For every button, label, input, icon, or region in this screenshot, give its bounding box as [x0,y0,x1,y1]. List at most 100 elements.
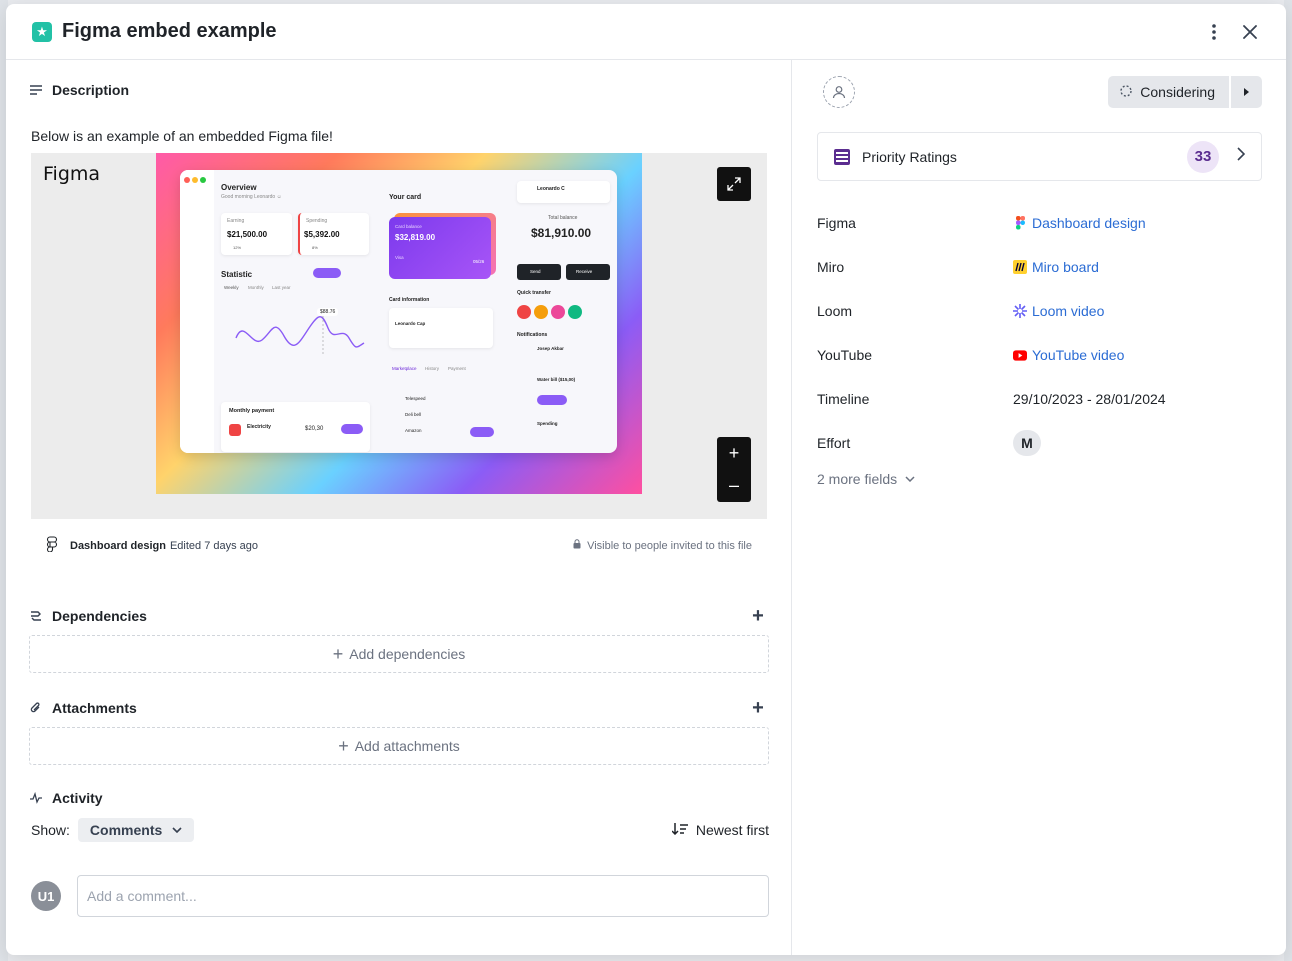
field-value: Dashboard design [1013,215,1146,231]
description-text[interactable]: Below is an example of an embedded Figma… [31,128,333,144]
mockup-card-front: Card balance $32,819.00 Visa 05/26 [389,217,491,279]
plus-icon: + [338,735,349,756]
show-select-value: Comments [89,822,163,838]
add-attachments-button[interactable]: + Add attachments [29,727,769,765]
modal-title: Figma embed example [62,20,277,42]
embed-edited: Edited 7 days ago [169,539,259,552]
mockup-market-item: Telespeed [405,396,426,401]
mockup-earning-pct: 12% [233,245,242,250]
sort-label: Newest first [695,822,769,838]
embed-footer: Dashboard design Edited 7 days ago Visib… [46,536,752,555]
activity-heading: Activity [52,790,103,806]
lock-icon [573,539,581,552]
mockup-tooltip: $88.76 [317,308,339,316]
close-icon[interactable] [1238,20,1262,44]
youtube-link[interactable]: YouTube video [1032,347,1124,363]
priority-ratings-card[interactable]: Priority Ratings 33 [817,132,1262,181]
field-value: YouTube video [1013,347,1124,363]
mockup-spending-pct: 8% [312,245,318,250]
mockup-user-name: Leonardo C [537,186,565,192]
activity-icon [30,792,44,804]
mockup-card-balance: $32,819.00 [395,233,436,242]
mockup-user-chip: Leonardo C [517,181,610,203]
mockup-total-label: Total balance [548,215,578,221]
mockup-line-chart [235,312,365,354]
mockup-send-button: Send [517,264,561,280]
mockup-card-info: Card information [389,297,430,303]
paperclip-icon [30,702,44,714]
embed-file-name[interactable]: Dashboard design [70,540,166,552]
field-miro: Miro Miro board [817,245,1262,289]
description-heading: Description [52,82,130,98]
caret-right-icon [1244,88,1249,96]
figma-embed[interactable]: Figma Overview Good morning Leonardo ☺ E… [31,153,767,519]
activity-header: Activity [30,790,103,806]
attachments-heading: Attachments [52,700,137,716]
embed-visibility-text: Visible to people invited to this file [587,539,752,552]
custom-fields: Figma Dashboard design Miro Miro board L… [817,201,1262,465]
status-button[interactable]: Considering [1108,76,1229,108]
mockup-your-card: Your card [389,194,422,201]
chevron-down-icon [905,474,915,485]
modal-header: ★ Figma embed example [6,4,1286,60]
youtube-icon [1013,348,1027,362]
loom-icon [1013,304,1027,318]
mockup-electricity: Electricity [247,424,271,430]
chevron-down-icon [172,824,182,836]
assignee-placeholder-icon[interactable] [823,76,855,108]
miro-link[interactable]: Miro board [1032,259,1099,275]
mockup-weekly: Weekly [224,285,239,290]
more-fields-toggle[interactable]: 2 more fields [817,471,1262,487]
add-attachment-icon[interactable]: + [748,698,768,718]
mockup-spending-value: $5,392.00 [304,230,340,239]
details-pane: Considering Priority Ratings 33 Figma Da… [793,60,1286,955]
mockup-sidebar [180,170,214,453]
expand-icon[interactable] [717,167,751,201]
field-name: Miro [817,259,845,275]
dashed-circle-icon [1120,84,1132,100]
status-next-button[interactable] [1231,76,1262,108]
mockup-notifications: Notifications [517,332,548,338]
mockup-receive-button: Receive [566,264,610,280]
mockup-monthly-payment: Monthly payment Electricity $20,30 [221,402,370,452]
loom-link[interactable]: Loom video [1032,303,1104,319]
field-name: Effort [817,435,851,451]
sort-icon [671,822,688,838]
add-dependency-icon[interactable]: + [748,606,768,626]
more-vertical-icon[interactable] [1202,20,1226,44]
main-pane: Description Below is an example of an em… [6,60,792,955]
mockup-tab-marketplace: Marketplace [392,366,417,371]
comment-input[interactable] [77,875,769,917]
timeline-value[interactable]: 29/10/2023 - 28/01/2024 [1013,391,1166,407]
mockup-monthly: Monthly [248,285,264,290]
field-name: Figma [817,215,856,231]
show-select[interactable]: Comments [77,818,195,842]
field-effort: Effort M [817,421,1262,465]
field-timeline: Timeline 29/10/2023 - 28/01/2024 [817,377,1262,421]
attachments-header: Attachments + [30,698,768,718]
figma-link[interactable]: Dashboard design [1032,215,1146,231]
star-icon: ★ [32,21,52,42]
zoom-controls: + – [717,437,751,502]
zoom-in-button[interactable]: + [717,437,751,470]
field-youtube: YouTube YouTube video [817,333,1262,377]
effort-badge[interactable]: M [1013,430,1041,456]
sort-button[interactable]: Newest first [671,822,769,838]
add-dependencies-button[interactable]: + Add dependencies [29,635,769,673]
mockup-card-exp: 05/26 [473,259,485,264]
figma-preview-image: Overview Good morning Leonardo ☺ Earning… [156,153,642,494]
mockup-electricity-value: $20,30 [305,426,324,432]
field-figma: Figma Dashboard design [817,201,1262,245]
mockup-card-balance-label: Card balance [395,224,422,229]
mockup-last-year: Last year [272,285,291,290]
zoom-out-button[interactable]: – [717,470,751,503]
mockup-statistic: Statistic [221,270,253,279]
mockup-spending-label: Spending [306,218,328,224]
field-value: Miro board [1013,259,1099,275]
mockup-tab-history: History [425,366,440,371]
figma-logo-icon [46,536,60,555]
mockup-total-balance: $81,910.00 [531,226,592,240]
mockup-monthly-payment-title: Monthly payment [229,408,275,414]
dashboard-mockup: Overview Good morning Leonardo ☺ Earning… [180,170,617,453]
show-label: Show: [31,822,70,838]
